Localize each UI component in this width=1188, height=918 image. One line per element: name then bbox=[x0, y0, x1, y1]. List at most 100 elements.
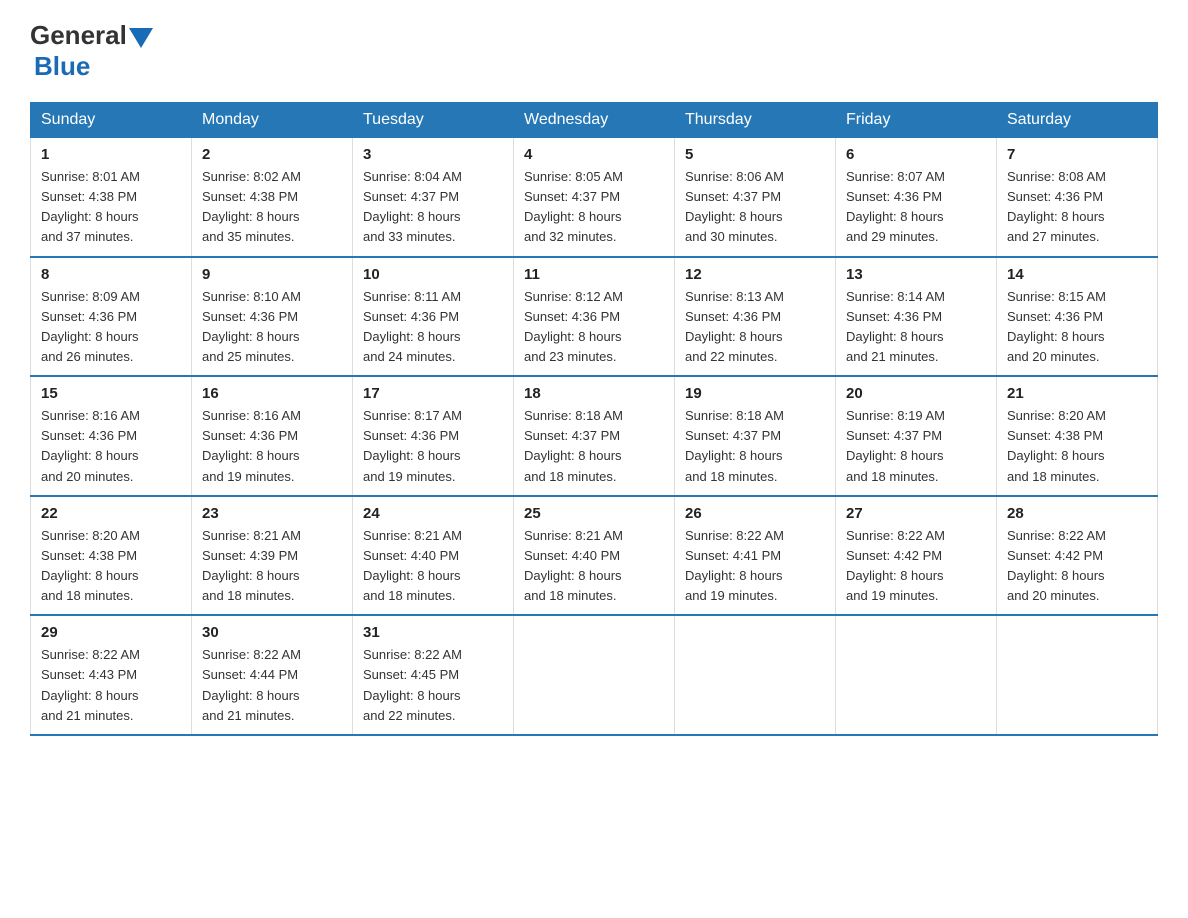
day-number: 1 bbox=[41, 146, 181, 163]
day-info: Sunrise: 8:18 AM Sunset: 4:37 PM Dayligh… bbox=[685, 406, 825, 487]
day-info: Sunrise: 8:15 AM Sunset: 4:36 PM Dayligh… bbox=[1007, 287, 1147, 368]
calendar-header-tuesday: Tuesday bbox=[353, 103, 514, 138]
day-number: 26 bbox=[685, 505, 825, 522]
day-info: Sunrise: 8:19 AM Sunset: 4:37 PM Dayligh… bbox=[846, 406, 986, 487]
day-number: 17 bbox=[363, 385, 503, 402]
day-number: 24 bbox=[363, 505, 503, 522]
day-info: Sunrise: 8:16 AM Sunset: 4:36 PM Dayligh… bbox=[41, 406, 181, 487]
day-info: Sunrise: 8:04 AM Sunset: 4:37 PM Dayligh… bbox=[363, 167, 503, 248]
day-info: Sunrise: 8:07 AM Sunset: 4:36 PM Dayligh… bbox=[846, 167, 986, 248]
calendar-cell: 29 Sunrise: 8:22 AM Sunset: 4:43 PM Dayli… bbox=[31, 615, 192, 735]
calendar-cell: 23 Sunrise: 8:21 AM Sunset: 4:39 PM Dayli… bbox=[192, 496, 353, 616]
day-number: 18 bbox=[524, 385, 664, 402]
day-info: Sunrise: 8:22 AM Sunset: 4:42 PM Dayligh… bbox=[1007, 526, 1147, 607]
calendar-cell: 31 Sunrise: 8:22 AM Sunset: 4:45 PM Dayli… bbox=[353, 615, 514, 735]
day-info: Sunrise: 8:22 AM Sunset: 4:43 PM Dayligh… bbox=[41, 645, 181, 726]
day-number: 2 bbox=[202, 146, 342, 163]
logo-triangle-icon bbox=[129, 28, 153, 48]
calendar-cell: 30 Sunrise: 8:22 AM Sunset: 4:44 PM Dayli… bbox=[192, 615, 353, 735]
day-number: 20 bbox=[846, 385, 986, 402]
day-number: 7 bbox=[1007, 146, 1147, 163]
calendar-cell bbox=[997, 615, 1158, 735]
day-number: 13 bbox=[846, 266, 986, 283]
calendar-header-thursday: Thursday bbox=[675, 103, 836, 138]
day-number: 30 bbox=[202, 624, 342, 641]
calendar-cell bbox=[675, 615, 836, 735]
day-info: Sunrise: 8:08 AM Sunset: 4:36 PM Dayligh… bbox=[1007, 167, 1147, 248]
day-number: 8 bbox=[41, 266, 181, 283]
calendar-week-row: 22Sunrise: 8:20 AM Sunset: 4:38 PM Dayli… bbox=[31, 496, 1158, 616]
day-number: 31 bbox=[363, 624, 503, 641]
calendar-week-row: 8 Sunrise: 8:09 AM Sunset: 4:36 PM Daylig… bbox=[31, 257, 1158, 377]
day-info: Sunrise: 8:21 AM Sunset: 4:40 PM Dayligh… bbox=[363, 526, 503, 607]
calendar-cell bbox=[836, 615, 997, 735]
day-number: 3 bbox=[363, 146, 503, 163]
calendar-cell: 13 Sunrise: 8:14 AM Sunset: 4:36 PM Dayli… bbox=[836, 257, 997, 377]
day-info: Sunrise: 8:18 AM Sunset: 4:37 PM Dayligh… bbox=[524, 406, 664, 487]
day-number: 15 bbox=[41, 385, 181, 402]
day-number: 16 bbox=[202, 385, 342, 402]
calendar-cell: 2 Sunrise: 8:02 AM Sunset: 4:38 PM Daylig… bbox=[192, 138, 353, 257]
day-number: 10 bbox=[363, 266, 503, 283]
day-info: Sunrise: 8:21 AM Sunset: 4:39 PM Dayligh… bbox=[202, 526, 342, 607]
day-number: 6 bbox=[846, 146, 986, 163]
calendar-header-friday: Friday bbox=[836, 103, 997, 138]
day-info: Sunrise: 8:11 AM Sunset: 4:36 PM Dayligh… bbox=[363, 287, 503, 368]
calendar-header-sunday: Sunday bbox=[31, 103, 192, 138]
day-number: 19 bbox=[685, 385, 825, 402]
day-info: Sunrise: 8:09 AM Sunset: 4:36 PM Dayligh… bbox=[41, 287, 181, 368]
logo-general-text: General bbox=[30, 20, 127, 51]
calendar-cell: 6 Sunrise: 8:07 AM Sunset: 4:36 PM Daylig… bbox=[836, 138, 997, 257]
calendar-cell: 20 Sunrise: 8:19 AM Sunset: 4:37 PM Dayli… bbox=[836, 376, 997, 496]
calendar-cell: 22Sunrise: 8:20 AM Sunset: 4:38 PM Dayli… bbox=[31, 496, 192, 616]
calendar-cell bbox=[514, 615, 675, 735]
calendar-header-wednesday: Wednesday bbox=[514, 103, 675, 138]
day-number: 5 bbox=[685, 146, 825, 163]
calendar-cell: 15 Sunrise: 8:16 AM Sunset: 4:36 PM Dayli… bbox=[31, 376, 192, 496]
calendar-cell: 26 Sunrise: 8:22 AM Sunset: 4:41 PM Dayli… bbox=[675, 496, 836, 616]
calendar-cell: 4 Sunrise: 8:05 AM Sunset: 4:37 PM Daylig… bbox=[514, 138, 675, 257]
day-info: Sunrise: 8:10 AM Sunset: 4:36 PM Dayligh… bbox=[202, 287, 342, 368]
calendar-cell: 10 Sunrise: 8:11 AM Sunset: 4:36 PM Dayli… bbox=[353, 257, 514, 377]
calendar-cell: 9 Sunrise: 8:10 AM Sunset: 4:36 PM Daylig… bbox=[192, 257, 353, 377]
calendar-cell: 18 Sunrise: 8:18 AM Sunset: 4:37 PM Dayli… bbox=[514, 376, 675, 496]
calendar-table: SundayMondayTuesdayWednesdayThursdayFrid… bbox=[30, 102, 1158, 736]
day-number: 29 bbox=[41, 624, 181, 641]
calendar-cell: 16Sunrise: 8:16 AM Sunset: 4:36 PM Dayli… bbox=[192, 376, 353, 496]
day-info: Sunrise: 8:02 AM Sunset: 4:38 PM Dayligh… bbox=[202, 167, 342, 248]
day-info: Sunrise: 8:20 AM Sunset: 4:38 PM Dayligh… bbox=[1007, 406, 1147, 487]
day-info: Sunrise: 8:22 AM Sunset: 4:45 PM Dayligh… bbox=[363, 645, 503, 726]
calendar-week-row: 29 Sunrise: 8:22 AM Sunset: 4:43 PM Dayli… bbox=[31, 615, 1158, 735]
day-number: 11 bbox=[524, 266, 664, 283]
day-number: 9 bbox=[202, 266, 342, 283]
day-info: Sunrise: 8:06 AM Sunset: 4:37 PM Dayligh… bbox=[685, 167, 825, 248]
day-info: Sunrise: 8:05 AM Sunset: 4:37 PM Dayligh… bbox=[524, 167, 664, 248]
calendar-cell: 27Sunrise: 8:22 AM Sunset: 4:42 PM Dayli… bbox=[836, 496, 997, 616]
day-number: 23 bbox=[202, 505, 342, 522]
day-info: Sunrise: 8:14 AM Sunset: 4:36 PM Dayligh… bbox=[846, 287, 986, 368]
calendar-cell: 28Sunrise: 8:22 AM Sunset: 4:42 PM Dayli… bbox=[997, 496, 1158, 616]
day-info: Sunrise: 8:01 AM Sunset: 4:38 PM Dayligh… bbox=[41, 167, 181, 248]
calendar-cell: 3 Sunrise: 8:04 AM Sunset: 4:37 PM Daylig… bbox=[353, 138, 514, 257]
day-number: 25 bbox=[524, 505, 664, 522]
calendar-header-row: SundayMondayTuesdayWednesdayThursdayFrid… bbox=[31, 103, 1158, 138]
calendar-cell: 12 Sunrise: 8:13 AM Sunset: 4:36 PM Dayli… bbox=[675, 257, 836, 377]
calendar-header-saturday: Saturday bbox=[997, 103, 1158, 138]
day-info: Sunrise: 8:22 AM Sunset: 4:41 PM Dayligh… bbox=[685, 526, 825, 607]
page-header: General Blue bbox=[30, 20, 1158, 82]
calendar-header-monday: Monday bbox=[192, 103, 353, 138]
day-info: Sunrise: 8:21 AM Sunset: 4:40 PM Dayligh… bbox=[524, 526, 664, 607]
calendar-week-row: 1 Sunrise: 8:01 AM Sunset: 4:38 PM Daylig… bbox=[31, 138, 1158, 257]
day-number: 12 bbox=[685, 266, 825, 283]
calendar-cell: 21 Sunrise: 8:20 AM Sunset: 4:38 PM Dayli… bbox=[997, 376, 1158, 496]
day-number: 22 bbox=[41, 505, 181, 522]
calendar-cell: 7 Sunrise: 8:08 AM Sunset: 4:36 PM Daylig… bbox=[997, 138, 1158, 257]
day-info: Sunrise: 8:13 AM Sunset: 4:36 PM Dayligh… bbox=[685, 287, 825, 368]
logo: General Blue bbox=[30, 20, 153, 82]
logo-blue-text: Blue bbox=[34, 51, 90, 81]
calendar-cell: 17Sunrise: 8:17 AM Sunset: 4:36 PM Dayli… bbox=[353, 376, 514, 496]
calendar-week-row: 15 Sunrise: 8:16 AM Sunset: 4:36 PM Dayli… bbox=[31, 376, 1158, 496]
day-number: 21 bbox=[1007, 385, 1147, 402]
day-number: 4 bbox=[524, 146, 664, 163]
day-info: Sunrise: 8:22 AM Sunset: 4:44 PM Dayligh… bbox=[202, 645, 342, 726]
